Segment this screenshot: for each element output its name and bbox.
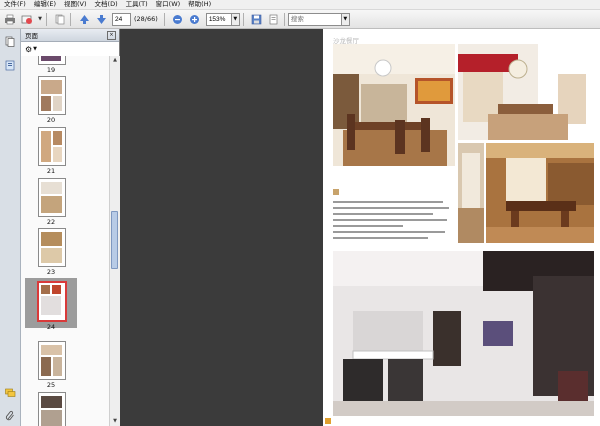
thumbnail-label: 22 xyxy=(46,218,56,226)
thumbnail-page[interactable]: 20 xyxy=(31,76,71,124)
thumbnail-image xyxy=(38,76,66,115)
photo-corridor xyxy=(458,143,484,243)
thumbnail-label: 24 xyxy=(46,323,56,331)
thumbnail-image xyxy=(37,281,67,322)
menu-edit[interactable]: 编辑(E) xyxy=(30,0,60,9)
thumbnail-page[interactable]: 25 xyxy=(31,341,71,389)
thumbnail-label: 25 xyxy=(46,381,56,389)
photo-wood-dining xyxy=(486,143,594,243)
caption-text-line xyxy=(333,219,447,221)
chevron-down-icon: ▼ xyxy=(343,16,348,22)
page-number-marker xyxy=(325,418,331,424)
print-icon[interactable] xyxy=(3,12,17,26)
chevron-down-icon[interactable]: ▼ xyxy=(33,46,37,52)
menu-tools[interactable]: 工具(T) xyxy=(122,0,152,9)
thumbnail-label: 23 xyxy=(46,268,56,276)
save-icon[interactable] xyxy=(250,12,264,26)
menu-help[interactable]: 帮助(H) xyxy=(184,0,215,9)
pages-panel-icon[interactable] xyxy=(4,35,16,47)
photo-modern-dining xyxy=(333,251,594,416)
scroll-up-icon[interactable]: ▲ xyxy=(110,56,120,65)
thumbnail-page[interactable]: 26 xyxy=(31,392,71,426)
thumbnail-image xyxy=(38,178,66,217)
toolbar: ▼ (28/66) ▼ ▼ xyxy=(0,10,600,29)
thumbnail-list: 19 20 21 22 23 24 25 xyxy=(21,56,109,426)
menu-view[interactable]: 视图(V) xyxy=(60,0,91,9)
bookmarks-icon[interactable] xyxy=(4,59,16,71)
thumbnail-image xyxy=(38,56,66,65)
pages-panel-toolbar: ⚙ ▼ xyxy=(21,42,119,57)
search-dropdown[interactable]: ▼ xyxy=(341,12,350,26)
thumbnail-image xyxy=(38,392,66,426)
scrollbar-handle[interactable] xyxy=(111,211,118,269)
thumbnail-page[interactable]: 21 xyxy=(31,127,71,175)
photo-dining-room xyxy=(333,44,455,166)
thumbnail-scrollbar[interactable]: ▲ ▼ xyxy=(109,56,120,426)
thumbnail-image xyxy=(38,228,66,267)
caption-text-line xyxy=(333,201,443,203)
chevron-down-icon: ▼ xyxy=(233,16,238,22)
zoom-out-icon[interactable] xyxy=(171,12,185,26)
options-icon[interactable]: ⚙ xyxy=(25,45,32,54)
caption-marker xyxy=(333,189,339,195)
pages-panel: 页面 × ⚙ ▼ 19 20 21 22 23 24 25 ▲ ▼ xyxy=(21,29,120,426)
menu-document[interactable]: 文档(D) xyxy=(91,0,122,9)
email-icon[interactable] xyxy=(20,12,34,26)
close-icon[interactable]: × xyxy=(107,30,116,40)
menu-file[interactable]: 文件(F) xyxy=(0,0,30,9)
caption-text-line xyxy=(333,231,445,233)
thumbnail-page[interactable]: 19 xyxy=(31,56,71,74)
pages-icon[interactable] xyxy=(53,12,67,26)
thumbnail-page-selected[interactable]: 24 xyxy=(25,278,77,331)
toolbar-separator xyxy=(70,12,71,26)
attachment-icon[interactable] xyxy=(4,409,16,421)
toolbar-separator xyxy=(46,12,47,26)
thumbnail-page[interactable]: 22 xyxy=(31,178,71,226)
zoom-input[interactable] xyxy=(205,12,232,26)
zoom-in-icon[interactable] xyxy=(188,12,202,26)
thumbnail-label: 19 xyxy=(46,66,56,74)
caption-text-line xyxy=(333,237,428,239)
toolbar-separator xyxy=(242,12,244,26)
scroll-down-icon[interactable]: ▼ xyxy=(110,417,120,426)
thumbnail-label: 20 xyxy=(46,116,56,124)
menu-bar: 文件(F) 编辑(E) 视图(V) 文档(D) 工具(T) 窗口(W) 帮助(H… xyxy=(0,0,600,10)
chevron-down-icon[interactable]: ▼ xyxy=(37,12,43,26)
caption-text-line xyxy=(333,207,449,209)
photo-curtain-room xyxy=(458,44,594,140)
caption-text-line xyxy=(333,213,433,215)
toolbar-separator xyxy=(163,12,165,26)
thumbnail-label: 21 xyxy=(46,167,56,175)
page-count: (28/66) xyxy=(134,15,158,23)
thumbnail-image xyxy=(38,341,66,380)
caption-text-line xyxy=(333,225,403,227)
next-page-icon[interactable] xyxy=(94,12,108,26)
comments-icon[interactable] xyxy=(4,387,16,399)
previous-page-icon[interactable] xyxy=(77,12,91,26)
toolbar-separator xyxy=(283,12,285,26)
document-page: 沙龙餐厅 xyxy=(323,29,600,426)
pages-panel-title: 页面 xyxy=(25,32,38,40)
fit-page-icon[interactable] xyxy=(267,12,281,26)
menu-window[interactable]: 窗口(W) xyxy=(152,0,185,9)
zoom-dropdown[interactable]: ▼ xyxy=(231,12,240,26)
pages-panel-header: 页面 × xyxy=(21,29,119,42)
page-number-input[interactable] xyxy=(112,12,131,26)
navigation-strip xyxy=(0,29,21,426)
search-input[interactable] xyxy=(287,12,342,26)
thumbnail-page[interactable]: 23 xyxy=(31,228,71,276)
thumbnail-image xyxy=(38,127,66,166)
